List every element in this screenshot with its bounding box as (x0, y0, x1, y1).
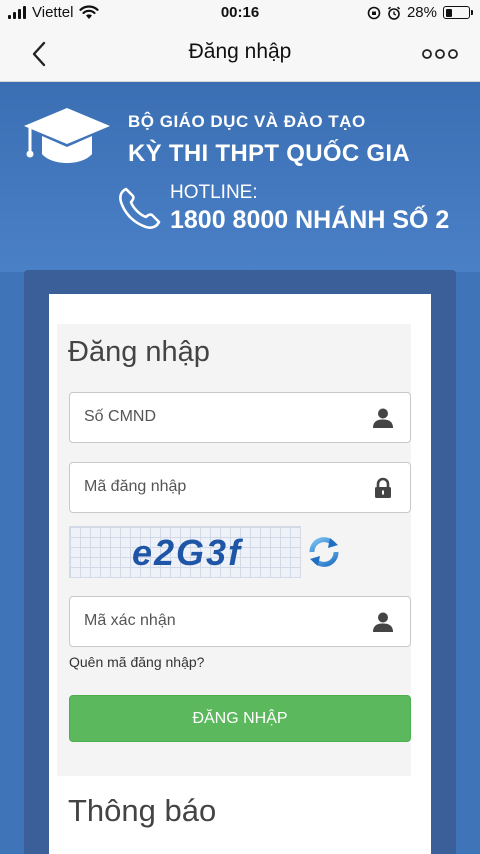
lock-icon (375, 477, 391, 498)
password-placeholder: Mã đăng nhập (84, 478, 187, 495)
header-banner: BỘ GIÁO DỤC VÀ ĐÀO TẠO KỲ THI THPT QUỐC … (0, 82, 480, 272)
hotline-label: HOTLINE: (170, 182, 258, 203)
page-title: Đăng nhập (188, 40, 292, 63)
captcha-image: e2G3f (69, 526, 301, 578)
captcha-input-field[interactable]: Mã xác nhận (69, 596, 411, 647)
ministry-name: BỘ GIÁO DỤC VÀ ĐÀO TẠO (128, 112, 366, 131)
password-field[interactable]: Mã đăng nhập (69, 462, 411, 513)
more-horizontal-icon[interactable] (420, 42, 460, 66)
status-bar: Viettel 00:16 28% (0, 0, 480, 26)
hotline-number[interactable]: 1800 8000 NHÁNH SỐ 2 (170, 206, 449, 235)
status-right: 28% (367, 4, 473, 21)
captcha-input-placeholder: Mã xác nhận (84, 612, 176, 629)
phone-icon (119, 187, 161, 229)
battery-level (445, 8, 452, 17)
graduation-cap-icon (24, 108, 110, 163)
id-number-field[interactable]: Số CMND (69, 392, 411, 443)
captcha-code: e2G3f (132, 532, 243, 573)
battery-icon (443, 6, 473, 19)
id-number-placeholder: Số CMND (84, 408, 157, 425)
alarm-icon (387, 6, 401, 20)
user-icon (373, 612, 393, 632)
forgot-password-link[interactable]: Quên mã đăng nhập? (69, 654, 204, 670)
notice-heading: Thông báo (68, 793, 217, 828)
battery-percent: 28% (406, 4, 437, 21)
refresh-icon[interactable] (305, 533, 343, 571)
user-icon (373, 408, 393, 428)
login-button[interactable]: ĐĂNG NHẬP (69, 695, 411, 742)
exam-name: KỲ THI THPT QUỐC GIA (128, 140, 410, 167)
navigation-bar: Đăng nhập (0, 26, 480, 82)
orientation-lock-icon (367, 6, 381, 19)
login-heading: Đăng nhập (68, 336, 210, 368)
